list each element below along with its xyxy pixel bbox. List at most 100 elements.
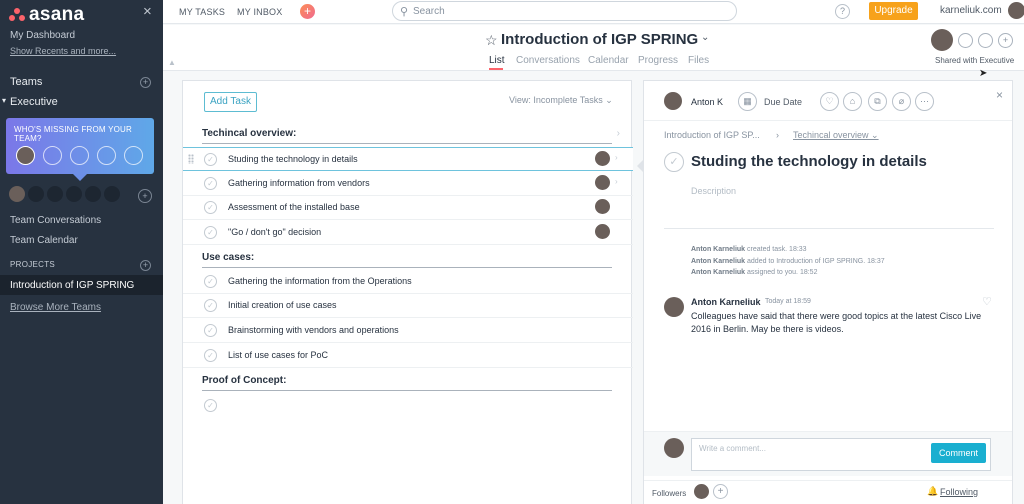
active-project-label[interactable]: Introduction of IGP SPRING (10, 280, 134, 291)
close-sidebar-icon[interactable]: × (143, 3, 152, 20)
more-icon[interactable]: ⋯ (915, 92, 934, 111)
task-row[interactable]: ✓ Gathering information from vendors › (183, 172, 633, 196)
activity-author[interactable]: Anton Karneliuk (691, 269, 745, 276)
member-placeholder-icon[interactable] (978, 33, 993, 48)
task-name[interactable]: Brainstorming with vendors and operation… (228, 325, 399, 335)
subtask-icon[interactable]: ⧉ (868, 92, 887, 111)
due-date-button[interactable]: Due Date (764, 97, 802, 107)
task-name[interactable]: Studing the technology in details (228, 154, 358, 164)
tab-calendar[interactable]: Calendar (588, 55, 629, 66)
my-dashboard-link[interactable]: My Dashboard (10, 30, 75, 41)
complete-task-button[interactable]: ✓ (664, 152, 684, 172)
empty-avatar-slot[interactable] (70, 146, 89, 165)
task-name[interactable]: Gathering information from vendors (228, 178, 370, 188)
task-row-empty[interactable]: ✓ (183, 394, 633, 418)
member-placeholder-icon[interactable] (958, 33, 973, 48)
check-icon[interactable]: ✓ (204, 275, 217, 288)
team-caret-icon[interactable]: ▾ (2, 96, 6, 105)
section-header[interactable]: Proof of Concept: (202, 375, 612, 391)
tab-progress[interactable]: Progress (638, 55, 678, 66)
task-row[interactable]: ✓ List of use cases for PoC (183, 344, 633, 368)
empty-avatar-slot[interactable] (43, 146, 62, 165)
heart-icon[interactable]: ♡ (982, 295, 992, 308)
tab-files[interactable]: Files (688, 55, 709, 66)
close-icon[interactable]: × (996, 88, 1003, 102)
avatar[interactable] (664, 92, 682, 110)
star-icon[interactable]: ☆ (485, 32, 498, 49)
collapse-icon[interactable]: ▲ (168, 58, 176, 67)
check-icon[interactable]: ✓ (204, 349, 217, 362)
team-calendar-link[interactable]: Team Calendar (10, 235, 78, 246)
check-icon[interactable]: ✓ (204, 153, 217, 166)
tag-icon[interactable]: ⌂ (843, 92, 862, 111)
avatar[interactable] (1008, 2, 1024, 19)
task-row[interactable]: ✓ Initial creation of use cases (183, 294, 633, 318)
description-field[interactable]: Description (691, 186, 736, 196)
task-name[interactable]: "Go / don't go" decision (228, 227, 321, 237)
chevron-right-icon[interactable]: › (615, 153, 618, 162)
team-name-executive[interactable]: Executive (10, 96, 58, 108)
add-member-icon[interactable]: + (998, 33, 1013, 48)
avatar[interactable] (595, 151, 610, 166)
check-icon[interactable]: ✓ (204, 399, 217, 412)
show-recents-link[interactable]: Show Recents and more... (10, 46, 116, 56)
avatar[interactable] (595, 175, 610, 190)
calendar-icon[interactable]: ▦ (738, 92, 757, 111)
avatar[interactable] (664, 297, 684, 317)
add-team-icon[interactable]: + (140, 77, 151, 88)
browse-teams-link[interactable]: Browse More Teams (10, 302, 101, 313)
check-icon[interactable]: ✓ (204, 324, 217, 337)
check-icon[interactable]: ✓ (204, 226, 217, 239)
asana-logo[interactable]: asana (9, 4, 84, 26)
tab-conversations[interactable]: Conversations (516, 55, 580, 66)
breadcrumb-section[interactable]: Techincal overview ⌄ (793, 130, 879, 141)
following-toggle[interactable]: Following (940, 487, 978, 497)
search-input[interactable]: ⚲ Search (392, 1, 737, 21)
empty-avatar-slot[interactable] (97, 146, 116, 165)
chevron-right-icon[interactable]: › (617, 128, 620, 139)
help-button[interactable]: ? (835, 4, 850, 19)
check-icon[interactable]: ✓ (204, 177, 217, 190)
task-row[interactable]: ✓ Brainstorming with vendors and operati… (183, 319, 633, 343)
task-name[interactable]: Assessment of the installed base (228, 202, 360, 212)
my-tasks-link[interactable]: MY TASKS (179, 7, 225, 17)
section-header[interactable]: Use cases: (202, 252, 612, 268)
activity-author[interactable]: Anton Karneliuk (691, 258, 745, 265)
task-name[interactable]: Initial creation of use cases (228, 300, 337, 310)
task-name[interactable]: List of use cases for PoC (228, 350, 328, 360)
avatar[interactable] (931, 29, 953, 51)
breadcrumb-project[interactable]: Introduction of IGP SP... (664, 130, 760, 140)
attachment-icon[interactable]: ⌀ (892, 92, 911, 111)
task-title[interactable]: Studing the technology in details (691, 153, 927, 170)
avatar[interactable] (9, 186, 25, 202)
project-title[interactable]: Introduction of IGP SPRING (501, 31, 698, 48)
tab-list[interactable]: List (489, 55, 505, 66)
avatar[interactable] (595, 199, 610, 214)
drag-handle-icon[interactable] (188, 154, 194, 164)
empty-avatar-slot[interactable] (124, 146, 143, 165)
task-name[interactable]: Gathering the information from the Opera… (228, 276, 412, 286)
chevron-right-icon[interactable]: › (615, 177, 618, 186)
check-icon[interactable]: ✓ (204, 299, 217, 312)
upgrade-button[interactable]: Upgrade (869, 2, 918, 20)
add-task-button[interactable]: Add Task (204, 92, 257, 112)
quick-add-button[interactable]: + (300, 4, 315, 19)
check-icon[interactable]: ✓ (204, 201, 217, 214)
task-row[interactable]: ✓ Assessment of the installed base (183, 196, 633, 220)
assignee-name[interactable]: Anton K (691, 97, 723, 107)
add-project-icon[interactable]: + (140, 260, 151, 271)
chevron-down-icon[interactable]: ⌄ (701, 32, 709, 43)
team-conversations-link[interactable]: Team Conversations (10, 215, 101, 226)
section-header[interactable]: Techincal overview: › (202, 128, 620, 144)
add-follower-icon[interactable]: + (713, 484, 728, 499)
comment-button[interactable]: Comment (931, 443, 986, 463)
activity-author[interactable]: Anton Karneliuk (691, 246, 745, 253)
account-name[interactable]: karneliuk.com (940, 5, 1002, 16)
heart-icon[interactable]: ♡ (820, 92, 839, 111)
avatar[interactable] (595, 224, 610, 239)
task-row[interactable]: ✓ Studing the technology in details › (183, 147, 633, 171)
task-row[interactable]: ✓ "Go / don't go" decision (183, 221, 633, 245)
add-member-icon[interactable]: + (138, 189, 152, 203)
my-inbox-link[interactable]: MY INBOX (237, 7, 282, 17)
comment-author[interactable]: Anton Karneliuk (691, 297, 761, 307)
